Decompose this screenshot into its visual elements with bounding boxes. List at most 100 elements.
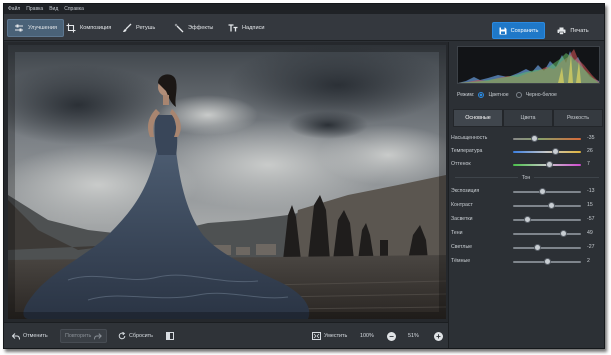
photo-image (8, 45, 446, 319)
fit-screen-icon (312, 332, 321, 340)
tab-composition-label: Композиция (80, 25, 112, 31)
tab-sharpness[interactable]: Резкость (553, 109, 603, 127)
tone-section-title: Тон (451, 175, 601, 181)
plus-icon: + (434, 331, 443, 341)
text-icon (228, 24, 238, 32)
brush-icon (123, 23, 132, 32)
mode-label: Режим: (457, 92, 475, 98)
compare-icon (166, 332, 174, 340)
tab-retouch[interactable]: Ретушь (116, 19, 161, 37)
tone-title: Тон (517, 175, 535, 181)
slider-label: Контраст (451, 202, 473, 208)
minus-icon: − (387, 331, 396, 341)
printer-icon (557, 27, 566, 35)
tab-enhancements[interactable]: Улучшения (7, 19, 64, 37)
slider-knob[interactable] (533, 244, 541, 251)
adjustments-panel: Режим: Цветное Черно-белое Основные Цвет… (448, 42, 604, 348)
mode-color-label[interactable]: Цветное (488, 92, 508, 98)
slider-value: -27 (587, 244, 595, 250)
slider-track[interactable] (513, 233, 581, 235)
slider-saturation: Насыщенность -35 (451, 133, 601, 146)
tab-composition[interactable]: Композиция (60, 19, 117, 37)
sliders-icon (15, 24, 23, 32)
crop-icon (66, 23, 76, 33)
slider-knob[interactable] (531, 135, 539, 142)
panel-tabs: Основные Цвета Резкость (453, 109, 603, 127)
slider-knob[interactable] (523, 216, 531, 223)
slider-label: Тёмные (451, 258, 471, 264)
slider-track[interactable] (513, 205, 581, 207)
undo-button[interactable]: Отменить (8, 329, 52, 343)
app-window: Файл Правка Вид Справка Улучшения Композ… (3, 3, 605, 349)
zoom-percent: 51% (408, 333, 419, 339)
slider-label: Температура (451, 148, 483, 154)
menu-view[interactable]: Вид (49, 6, 58, 12)
slider-knob[interactable] (548, 202, 556, 209)
fit-button[interactable]: Уместить (308, 329, 351, 343)
undo-icon (12, 332, 20, 340)
fit-label: Уместить (324, 333, 348, 339)
tab-colors[interactable]: Цвета (503, 109, 553, 127)
menu-bar: Файл Правка Вид Справка (4, 4, 604, 14)
tab-effects-label: Эффекты (188, 25, 214, 31)
radio-color-mode[interactable] (478, 92, 485, 98)
slider-track[interactable] (513, 191, 581, 193)
slider-value: 2 (587, 258, 590, 264)
slider-value: 26 (587, 148, 593, 154)
slider-value: 15 (587, 202, 593, 208)
slider-value: 49 (587, 230, 593, 236)
zoom-in-button[interactable]: + (430, 329, 447, 343)
slider-label: Насыщенность (451, 135, 488, 141)
tab-captions[interactable]: Надписи (222, 19, 271, 37)
toolbar: Улучшения Композиция Ретушь Эффекты Надп… (4, 14, 604, 41)
slider-temperature: Температура 26 (451, 146, 601, 159)
reset-label: Сбросить (129, 333, 153, 339)
photo-preview[interactable] (8, 45, 446, 319)
redo-label: Повторить (65, 333, 92, 339)
slider-shadows: Тени 49 (451, 228, 601, 241)
slider-track[interactable] (513, 138, 581, 140)
tab-basic[interactable]: Основные (453, 109, 503, 127)
zoom-100-label: 100% (360, 333, 374, 339)
slider-knob[interactable] (552, 148, 560, 155)
slider-whites: Светлые -27 (451, 242, 601, 255)
menu-help[interactable]: Справка (64, 6, 84, 12)
color-mode: Режим: Цветное Черно-белое (457, 92, 557, 98)
magic-wand-icon (174, 23, 184, 33)
reset-button[interactable]: Сбросить (114, 329, 157, 343)
save-button[interactable]: Сохранить (492, 22, 545, 39)
slider-track[interactable] (513, 151, 581, 153)
slider-value: 7 (587, 161, 590, 167)
menu-edit[interactable]: Правка (26, 6, 43, 12)
mode-bw-label[interactable]: Черно-белое (526, 92, 557, 98)
slider-track[interactable] (513, 247, 581, 249)
slider-knob[interactable] (546, 161, 554, 168)
bottom-bar: Отменить Повторить Сбросить Уместить 100… (4, 322, 448, 348)
slider-knob[interactable] (559, 230, 567, 237)
print-button-label: Печать (570, 27, 589, 34)
tab-effects[interactable]: Эффекты (168, 19, 219, 37)
redo-icon (94, 332, 102, 339)
histogram (457, 46, 600, 84)
slider-highlights: Засветки -57 (451, 214, 601, 227)
zoom-out-button[interactable]: − (383, 329, 400, 343)
zoom-100-button[interactable]: 100% (356, 329, 378, 343)
histogram-graph (458, 49, 599, 83)
slider-label: Засветки (451, 216, 473, 222)
slider-knob[interactable] (538, 188, 546, 195)
print-button[interactable]: Печать (548, 22, 598, 39)
slider-label: Экспозиция (451, 188, 480, 194)
radio-bw-mode[interactable] (515, 92, 522, 98)
slider-exposure: Экспозиция -13 (451, 186, 601, 199)
compare-button[interactable] (162, 329, 178, 343)
slider-knob[interactable] (544, 258, 552, 265)
zoom-value: 51% (404, 329, 423, 343)
redo-button[interactable]: Повторить (60, 329, 107, 343)
tab-basic-label: Основные (465, 115, 491, 121)
slider-label: Оттенок (451, 161, 471, 167)
slider-blacks: Тёмные 2 (451, 256, 601, 269)
tab-retouch-label: Ретушь (136, 25, 156, 31)
menu-file[interactable]: Файл (8, 6, 20, 12)
save-icon (499, 27, 507, 34)
slider-contrast: Контраст 15 (451, 200, 601, 213)
